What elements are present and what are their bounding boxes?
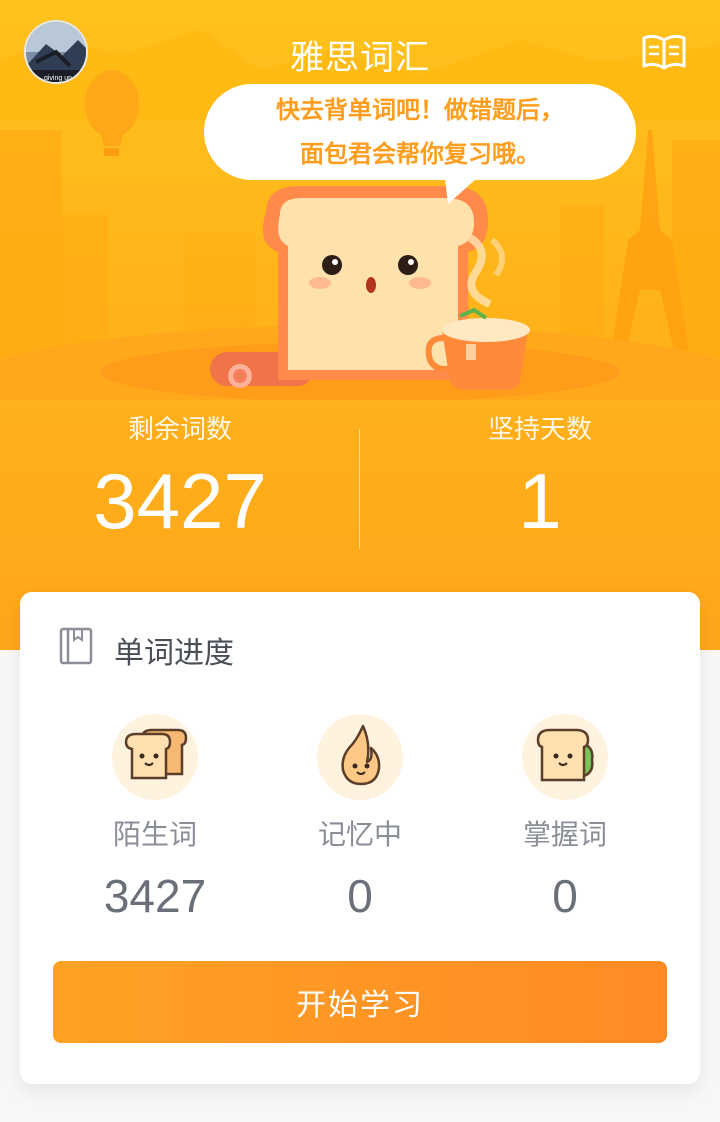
start-learning-button[interactable]: 开始学习 bbox=[53, 961, 667, 1043]
remaining-words-label: 剩余词数 bbox=[127, 415, 232, 445]
streak-days-label: 坚持天数 bbox=[487, 415, 592, 445]
remaining-words-value: 3427 bbox=[93, 457, 267, 545]
bubble-line-1: 快去背单词吧！做错题后， bbox=[276, 96, 564, 124]
stats-panel: 剩余词数 3427 坚持天数 1 bbox=[0, 405, 720, 565]
book-icon[interactable] bbox=[640, 32, 688, 72]
speech-bubble-tail bbox=[444, 170, 486, 204]
mastered-words-item[interactable]: 掌握词 0 bbox=[465, 714, 665, 924]
page-title: 雅思词汇 bbox=[290, 38, 430, 78]
mastered-words-value: 0 bbox=[552, 870, 578, 922]
streak-days-value: 1 bbox=[518, 457, 562, 545]
mastered-words-label: 掌握词 bbox=[522, 818, 607, 851]
speech-bubble: 快去背单词吧！做错题后， 面包君会帮你复习哦。 bbox=[204, 84, 636, 180]
hero-banner: giving up 雅思词汇 快去背单词吧！做错题后， 面包君会帮你复习哦。 剩… bbox=[0, 0, 720, 650]
sandwich-icon bbox=[522, 714, 608, 800]
flame-bread-icon bbox=[317, 714, 403, 800]
remaining-words-stat: 剩余词数 3427 bbox=[0, 405, 360, 547]
bread-slices-icon bbox=[112, 714, 198, 800]
unfamiliar-words-value: 3427 bbox=[103, 870, 207, 922]
memorizing-words-value: 0 bbox=[347, 870, 373, 922]
progress-columns: 陌生词 3427 记忆中 0 掌握词 0 bbox=[20, 714, 700, 934]
notebook-icon bbox=[59, 627, 93, 665]
unfamiliar-words-item[interactable]: 陌生词 3427 bbox=[55, 714, 255, 924]
memorizing-words-item[interactable]: 记忆中 0 bbox=[260, 714, 460, 924]
card-title: 单词进度 bbox=[114, 636, 234, 671]
unfamiliar-words-label: 陌生词 bbox=[112, 818, 197, 851]
streak-days-stat: 坚持天数 1 bbox=[360, 405, 720, 547]
memorizing-words-label: 记忆中 bbox=[317, 818, 402, 851]
word-progress-card: 单词进度 陌生词 3427 记忆中 0 掌握词 0 开始学习 bbox=[20, 592, 700, 1084]
bubble-line-2: 面包君会帮你复习哦。 bbox=[300, 140, 540, 168]
